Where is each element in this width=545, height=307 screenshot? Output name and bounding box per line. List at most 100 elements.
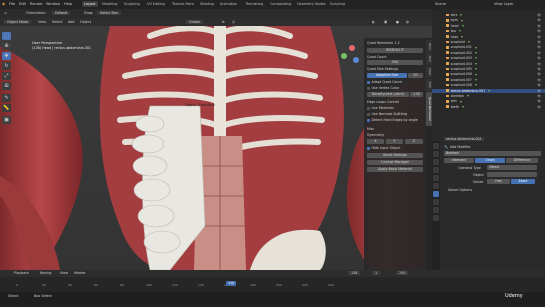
visibility-eye-icon[interactable]: 👁 — [537, 24, 541, 29]
shading-solid-icon[interactable]: ● — [396, 20, 399, 24]
render-properties-icon[interactable] — [433, 151, 439, 157]
measure-tool-icon[interactable]: 📏 — [2, 104, 11, 112]
use-materials-checkbox[interactable]: Use Materials — [367, 106, 423, 111]
menu-window[interactable]: Window — [46, 2, 60, 6]
menu-help[interactable]: Help — [64, 2, 72, 6]
outliner-row[interactable]: scaphoid.004 👁 — [432, 62, 545, 67]
mode-difference[interactable]: Difference — [506, 158, 538, 163]
view-layer-properties-icon[interactable] — [433, 167, 439, 173]
reset-settings-button[interactable]: Reset Settings — [367, 153, 423, 158]
shading-material-icon[interactable]: ◍ — [406, 20, 409, 24]
visibility-eye-icon[interactable]: 👁 — [537, 18, 541, 23]
rotate-tool-icon[interactable]: ↻ — [2, 62, 11, 70]
menu-view-timeline[interactable]: View — [60, 271, 68, 275]
solver-fast[interactable]: Fast — [487, 179, 510, 184]
xray-icon[interactable]: ▣ — [384, 20, 387, 24]
menu-add[interactable]: Add — [68, 20, 75, 24]
menu-file[interactable]: File — [9, 2, 15, 6]
visibility-eye-icon[interactable]: 👁 — [537, 29, 541, 34]
symmetry-x-toggle[interactable]: X — [367, 139, 384, 144]
outliner-row[interactable]: scaphoid.006 👁 — [432, 72, 545, 77]
outliner-row[interactable]: skeleton 👁 — [432, 94, 545, 99]
outliner-row[interactable]: ears 👁 — [432, 13, 545, 18]
menu-view[interactable]: View — [38, 20, 46, 24]
visibility-eye-icon[interactable]: 👁 — [537, 94, 541, 99]
tab-rendering[interactable]: Rendering — [244, 1, 265, 7]
outliner-row[interactable]: lips 👁 — [432, 29, 545, 34]
visibility-eye-icon[interactable]: 👁 — [537, 40, 541, 45]
menu-select[interactable]: Select — [52, 20, 62, 24]
select-tool-icon[interactable]: ⬚ — [2, 32, 11, 40]
use-normals-checkbox[interactable]: Use Normals Splitting — [367, 112, 423, 117]
adaptive-size-field[interactable]: 50 — [408, 73, 423, 78]
current-frame-field[interactable]: 136 — [348, 271, 361, 275]
object-picker[interactable] — [487, 172, 537, 177]
tab-texture-paint[interactable]: Texture Paint — [170, 1, 196, 7]
visibility-eye-icon[interactable]: 👁 — [537, 105, 541, 110]
visibility-eye-icon[interactable]: 👁 — [537, 89, 541, 94]
solver-options-label[interactable]: Solver Options — [448, 188, 472, 192]
outliner-row[interactable]: rectus abdominis.001 👁 — [432, 88, 545, 94]
scene-selector[interactable]: Scene — [435, 2, 446, 6]
visibility-eye-icon[interactable]: 👁 — [537, 45, 541, 50]
outliner-row[interactable]: scaphoid.001 👁 — [432, 45, 545, 50]
start-frame-field[interactable]: 1 — [372, 271, 381, 275]
move-tool-icon[interactable]: ✥ — [2, 52, 11, 60]
remesh-button[interactable]: REMESH IT — [367, 48, 423, 53]
outliner-row[interactable]: scaphoid.002 👁 — [432, 51, 545, 56]
playhead[interactable]: 136 — [226, 281, 236, 286]
transform-orientation-dropdown[interactable]: Global — [186, 19, 203, 24]
visibility-eye-icon[interactable]: 👁 — [537, 51, 541, 56]
end-frame-field[interactable]: 250 — [396, 271, 409, 275]
particles-properties-icon[interactable] — [433, 199, 439, 205]
visibility-eye-icon[interactable]: 👁 — [537, 13, 541, 18]
select-mode-icon[interactable]: ▭ — [4, 11, 7, 15]
outliner-row[interactable]: scaphoid 👁 — [432, 40, 545, 45]
detect-hard-edges-checkbox[interactable]: Detect Hard Edges by angle — [367, 118, 423, 123]
add-modifier-button[interactable]: Add Modifier — [450, 145, 471, 149]
license-manager-button[interactable]: License Manager — [367, 160, 423, 165]
density-field[interactable]: 1.00 — [410, 92, 423, 97]
material-properties-icon[interactable] — [433, 215, 439, 221]
modifier-properties-icon[interactable] — [433, 191, 439, 197]
visibility-eye-icon[interactable]: 👁 — [537, 67, 541, 72]
outliner-row[interactable]: scaphoid.007 👁 — [432, 78, 545, 83]
outliner-row[interactable]: scaphoid.003 👁 — [432, 56, 545, 61]
tab-animation[interactable]: Animation — [218, 1, 239, 7]
transform-tool-icon[interactable]: ⊞ — [2, 82, 11, 90]
symmetry-z-toggle[interactable]: Z — [405, 139, 423, 144]
tab-geometry-nodes[interactable]: Geometry Nodes — [295, 1, 328, 7]
adapt-quad-count-checkbox[interactable]: Adapt Quad Count — [367, 80, 423, 85]
visibility-eye-icon[interactable]: 👁 — [537, 72, 541, 77]
tab-sculpting[interactable]: Sculpting — [122, 1, 142, 7]
tab-layout[interactable]: Layout — [82, 1, 98, 7]
outliner-row[interactable]: scaphoid.005 👁 — [432, 67, 545, 72]
outliner-row[interactable]: head 👁 — [432, 24, 545, 29]
drag-dropdown[interactable]: Select Box — [97, 10, 121, 15]
outliner-row[interactable]: teeth 👁 — [432, 105, 545, 110]
mode-union[interactable]: Union — [475, 158, 505, 163]
visibility-eye-icon[interactable]: 👁 — [537, 56, 541, 61]
outliner-row[interactable]: skin 👁 — [432, 99, 545, 104]
operand-type-dropdown[interactable]: Object — [487, 165, 537, 170]
menu-edit[interactable]: Edit — [19, 2, 26, 6]
add-cube-tool-icon[interactable]: ▣ — [2, 116, 11, 124]
visibility-eye-icon[interactable]: 👁 — [537, 62, 541, 67]
object-name-field[interactable]: rectus abdominis.001 — [444, 137, 484, 141]
use-vertex-color-checkbox[interactable]: Use Vertex Color — [367, 86, 423, 91]
outliner-row[interactable]: nose 👁 — [432, 35, 545, 40]
menu-render[interactable]: Render — [30, 2, 43, 6]
blender-logo-icon[interactable]: ◉ — [2, 2, 5, 6]
tab-scripting[interactable]: Scripting — [328, 1, 347, 7]
density-label[interactable]: Density(vert. paint) — [367, 92, 409, 97]
tab-compositing[interactable]: Compositing — [268, 1, 293, 7]
modifier-name-field[interactable]: Boolean — [444, 151, 541, 156]
hide-input-checkbox[interactable]: Hide Input Object — [367, 146, 423, 151]
cursor-tool-icon[interactable]: ⊕ — [2, 42, 11, 50]
outliner-row[interactable]: eyes 👁 — [432, 18, 545, 23]
visibility-eye-icon[interactable]: 👁 — [537, 83, 541, 88]
outliner-row[interactable]: scaphoid.008 👁 — [432, 83, 545, 88]
apply-material-button[interactable]: Apply Basic Material — [367, 167, 423, 172]
mode-dropdown[interactable]: Object Mode — [4, 19, 32, 24]
tab-uv-editing[interactable]: UV Editing — [145, 1, 167, 7]
